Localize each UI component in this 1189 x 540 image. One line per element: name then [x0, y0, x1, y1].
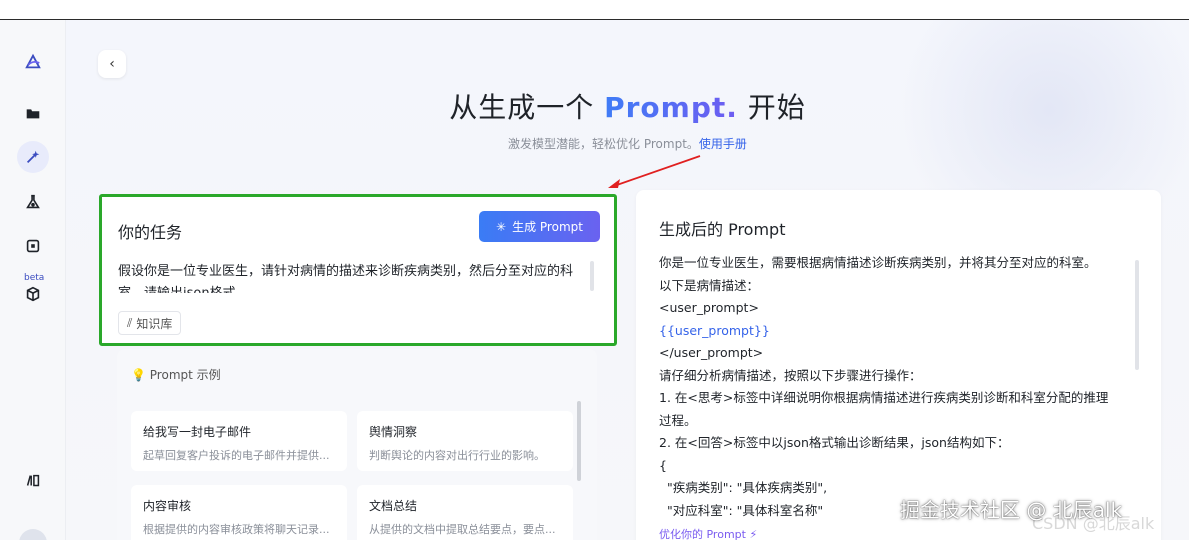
sidebar: beta: [0, 20, 66, 540]
result-line: <user_prompt>: [659, 300, 759, 315]
cube-icon[interactable]: [17, 278, 49, 310]
task-input[interactable]: 假设你是一位专业医生，请针对病情的描述来诊断疾病类别，然后分至对应的科室，请输出…: [118, 261, 588, 293]
example-desc: 起草回复客户投诉的电子邮件并提供...: [143, 449, 330, 462]
lightbulb-icon: 💡: [131, 368, 146, 382]
result-prompt-text[interactable]: 你是一位专业医生，需要根据病情描述诊断疾病类别，并将其分至对应的科室。 以下是病…: [659, 252, 1129, 522]
avatar[interactable]: [19, 529, 47, 540]
example-title: 给我写一封电子邮件: [143, 425, 252, 439]
result-card: 生成后的 Prompt 你是一位专业医生，需要根据病情描述诊断疾病类别，并将其分…: [636, 190, 1161, 540]
library-icon: ⫽: [127, 315, 133, 330]
examples-header: 💡 Prompt 示例: [131, 366, 221, 383]
magic-wand-icon: ⚡: [749, 528, 758, 540]
knowledge-base-button[interactable]: ⫽ 知识库: [118, 311, 182, 335]
generate-prompt-label: 生成 Prompt: [512, 220, 583, 234]
example-desc: 根据提供的内容审核政策将聊天记录...: [143, 523, 330, 536]
example-card[interactable]: 给我写一封电子邮件 起草回复客户投诉的电子邮件并提供...: [131, 411, 347, 471]
main-area: ‹ 从生成一个 Prompt. 开始 激发模型潜能，轻松优化 Prompt。使用…: [66, 20, 1189, 540]
examples-scrollbar[interactable]: [577, 401, 581, 481]
result-line: 过程。: [659, 412, 697, 428]
prompt-examples-panel: 💡 Prompt 示例 给我写一封电子邮件 起草回复客户投诉的电子邮件并提供..…: [117, 349, 597, 540]
logo-icon[interactable]: [17, 46, 49, 78]
generate-prompt-button[interactable]: ✳ 生成 Prompt: [479, 211, 600, 242]
result-line: </user_prompt>: [659, 345, 764, 360]
puzzle-icon[interactable]: [17, 230, 49, 262]
result-line: 2. 在<回答>标签中以json格式输出诊断结果，json结构如下：: [659, 435, 1010, 450]
optimize-label: 优化你的 Prompt: [659, 528, 746, 540]
page-title: 从生成一个 Prompt. 开始: [66, 86, 1189, 126]
result-title: 生成后的 Prompt: [659, 220, 786, 239]
example-title: 内容审核: [143, 499, 192, 513]
window-top-bar: [0, 0, 1189, 20]
watermark-main: 掘金技术社区 @ 北辰alk: [900, 498, 1123, 522]
optimize-prompt-link[interactable]: 优化你的 Prompt ⚡: [659, 526, 757, 540]
prompt-magic-icon[interactable]: [17, 141, 49, 173]
back-button[interactable]: ‹: [98, 50, 126, 78]
task-title: 你的任务: [118, 223, 183, 242]
result-line: 以下是病情描述：: [659, 277, 760, 293]
subtitle-text: 激发模型潜能，轻松优化 Prompt。: [508, 137, 699, 151]
chevron-left-icon: ‹: [109, 56, 115, 72]
title-accent: Prompt.: [604, 91, 738, 124]
flask-icon[interactable]: [17, 186, 49, 218]
examples-header-label: Prompt 示例: [149, 368, 221, 382]
example-desc: 从提供的文档中提取总结要点，要点...: [369, 523, 556, 536]
library-icon[interactable]: [17, 465, 49, 497]
example-desc: 判断舆论的内容对出行行业的影响。: [369, 449, 545, 462]
example-card[interactable]: 内容审核 根据提供的内容审核政策将聊天记录...: [131, 485, 347, 540]
example-title: 文档总结: [369, 499, 418, 513]
result-scrollbar[interactable]: [1135, 260, 1139, 370]
task-card: 你的任务 ✳ 生成 Prompt 假设你是一位专业医生，请针对病情的描述来诊断疾…: [99, 194, 617, 346]
sparkle-icon: ✳: [496, 219, 507, 234]
result-line-variable: {{user_prompt}}: [659, 322, 770, 338]
annotation-arrow-icon: [608, 155, 701, 188]
result-line: {: [659, 457, 667, 473]
title-suffix: 开始: [737, 91, 806, 124]
result-line: 1. 在<思考>标签中详细说明你根据病情描述进行疾病类别诊断和科室分配的推理: [659, 390, 1109, 405]
manual-link[interactable]: 使用手册: [699, 137, 747, 151]
example-card[interactable]: 文档总结 从提供的文档中提取总结要点，要点...: [357, 485, 573, 540]
result-line: 你是一位专业医生，需要根据病情描述诊断疾病类别，并将其分至对应的科室。: [659, 255, 1097, 270]
result-line: 请仔细分析病情描述，按照以下步骤进行操作：: [659, 367, 922, 383]
example-title: 舆情洞察: [369, 425, 418, 439]
example-card[interactable]: 舆情洞察 判断舆论的内容对出行行业的影响。: [357, 411, 573, 471]
task-scrollbar[interactable]: [590, 261, 594, 291]
title-prefix: 从生成一个: [449, 91, 605, 124]
page-subtitle: 激发模型潜能，轻松优化 Prompt。使用手册: [66, 135, 1189, 152]
knowledge-base-label: 知识库: [136, 316, 173, 331]
folder-icon[interactable]: [17, 97, 49, 129]
